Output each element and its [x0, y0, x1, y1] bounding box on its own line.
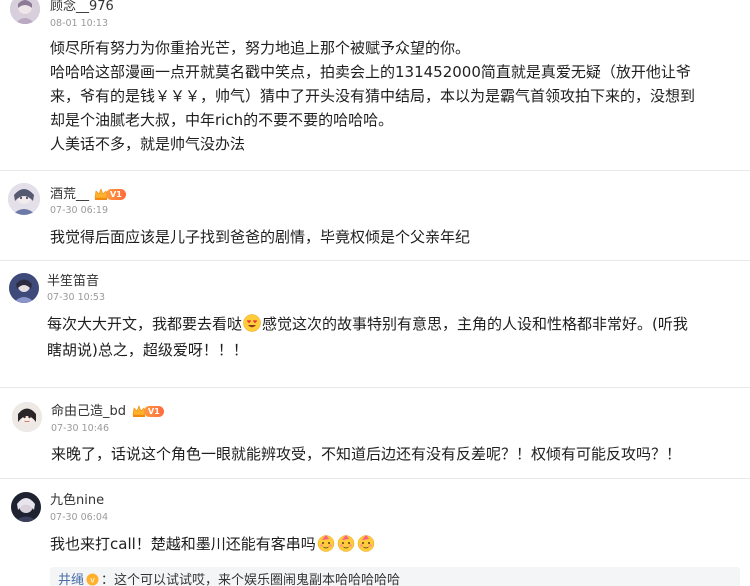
- avatar[interactable]: [12, 402, 42, 432]
- comment-text-line: 倾尽所有努力为你重拾光芒，努力地追上那个被赋予众望的你。: [50, 39, 471, 57]
- avatar-image: [12, 402, 42, 432]
- avatar[interactable]: [11, 492, 41, 522]
- comment-time: 07-30 10:46: [51, 423, 110, 434]
- svg-text:v: v: [90, 576, 95, 585]
- username[interactable]: 顾念__976: [50, 0, 114, 15]
- party-face-emoji: [317, 534, 335, 552]
- username[interactable]: 命由己造_bd: [51, 404, 126, 420]
- comment-text-segment: 感觉这次的故事特别有意思，主角的人设和性格都非常好。(听我: [262, 315, 688, 333]
- comment-time: 08-01 10:13: [50, 18, 109, 29]
- vip-level-icon: v: [86, 573, 99, 586]
- comment-time: 07-30 10:53: [47, 292, 106, 303]
- comment-text-line: 来，爷有的是钱￥￥￥，帅气）猜中了开头没有猜中结局，本以为是霸气首领攻拍下来的，…: [50, 87, 696, 105]
- username[interactable]: 半笙笛音: [47, 274, 99, 290]
- avatar-image: [8, 183, 40, 215]
- reply-content: ：这个可以试试哎，来个娱乐圈闹鬼副本哈哈哈哈哈: [101, 573, 401, 586]
- username[interactable]: 酒荒__: [50, 187, 89, 203]
- vip-level-icon: V1: [106, 189, 126, 200]
- comment-text-line: 瞎胡说)总之，超级爱呀！！！: [47, 341, 248, 359]
- avatar-image: [10, 0, 40, 24]
- party-face-emoji: [337, 534, 355, 552]
- party-face-emoji: [357, 534, 375, 552]
- comment-item: 半笙笛音 07-30 10:53 每次大大开文，我都要去看哒 感觉这次的故事特别…: [0, 261, 750, 387]
- avatar-image: [11, 492, 41, 522]
- comment-time: 07-30 06:04: [50, 512, 109, 523]
- comment-item: 顾念__976 08-01 10:13 倾尽所有努力为你重拾光芒，努力地追上那个…: [0, 0, 750, 170]
- comment-text-line: 哈哈哈这部漫画一点开就莫名戳中笑点，拍卖会上的131452000简直就是真爱无疑…: [50, 63, 691, 81]
- comment-item: 酒荒__ V1 07-30 06:19 我觉得后面应该是儿子找到爸爸的剧情，毕竟…: [0, 171, 750, 261]
- vip-level-icon: V1: [144, 406, 164, 417]
- comment-time: 07-30 06:19: [50, 205, 109, 216]
- comment-text-line: 却是个油腻老大叔，中年rich的不要不要的哈哈哈。: [50, 111, 394, 129]
- username[interactable]: 九色nine: [50, 493, 104, 509]
- vip-badge: V1: [94, 188, 126, 201]
- comment-text-line: 人美话不多，就是帅气没办法: [50, 135, 246, 153]
- reply-text: 井绳 v ：这个可以试试哎，来个娱乐圈闹鬼副本哈哈哈哈哈: [58, 573, 400, 586]
- heart-eyes-emoji: [243, 314, 261, 332]
- avatar[interactable]: [10, 0, 40, 24]
- avatar[interactable]: [9, 273, 39, 303]
- reply-preview[interactable]: 井绳 v ：这个可以试试哎，来个娱乐圈闹鬼副本哈哈哈哈哈: [50, 567, 740, 586]
- reply-username[interactable]: 井绳: [58, 573, 84, 586]
- comment-text-segment: 每次大大开文，我都要去看哒: [47, 315, 243, 333]
- comment-text-line: 每次大大开文，我都要去看哒 感觉这次的故事特别有意思，主角的人设和性格都非常好。…: [47, 313, 688, 336]
- vip-badge: V1: [132, 405, 164, 418]
- comment-text-line: 来晚了，话说这个角色一眼就能辨攻受，不知道后边还有没有反差呢？！权倾有可能反攻吗…: [51, 445, 682, 463]
- comment-item: 命由己造_bd V1 07-30 10:46 来晚了，话说这个角色一眼就能辨攻受…: [0, 388, 750, 478]
- comment-text-line: 我也来打call！楚越和墨川还能有客串吗: [50, 533, 376, 556]
- avatar-image: [9, 273, 39, 303]
- comment-text-segment: 我也来打call！楚越和墨川还能有客串吗: [50, 535, 316, 553]
- comment-text-line: 我觉得后面应该是儿子找到爸爸的剧情，毕竟权倾是个父亲年纪: [50, 228, 471, 246]
- avatar[interactable]: [8, 183, 40, 215]
